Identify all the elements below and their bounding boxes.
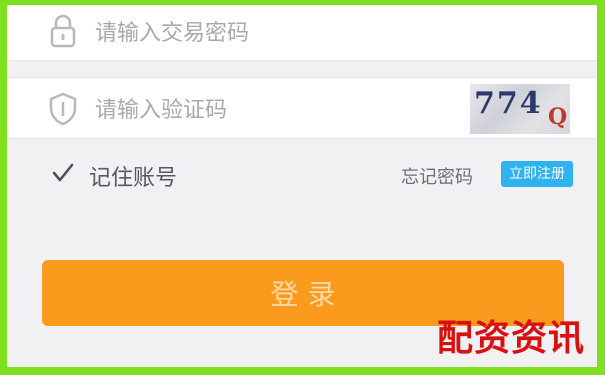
forgot-password-link[interactable]: 忘记密码	[401, 163, 473, 189]
lock-icon	[47, 13, 79, 49]
remember-account-label[interactable]: 记住账号	[89, 160, 177, 192]
captcha-tail-text: Q	[548, 104, 568, 130]
captcha-input[interactable]	[95, 92, 455, 128]
checkmark-icon[interactable]	[51, 161, 75, 185]
watermark-text: 配资资讯	[436, 318, 585, 359]
shield-icon	[47, 91, 79, 127]
login-panel: 774 Q 记住账号 忘记密码 立即注册 登 录 配资资讯	[7, 5, 597, 367]
captcha-row: 774 Q	[7, 77, 597, 139]
captcha-main-text: 774	[474, 86, 543, 121]
captcha-image[interactable]: 774 Q	[470, 84, 570, 134]
options-row: 记住账号 忘记密码 立即注册	[7, 153, 597, 197]
password-input[interactable]	[95, 15, 455, 51]
register-badge[interactable]: 立即注册	[501, 161, 573, 187]
password-row	[7, 5, 597, 61]
